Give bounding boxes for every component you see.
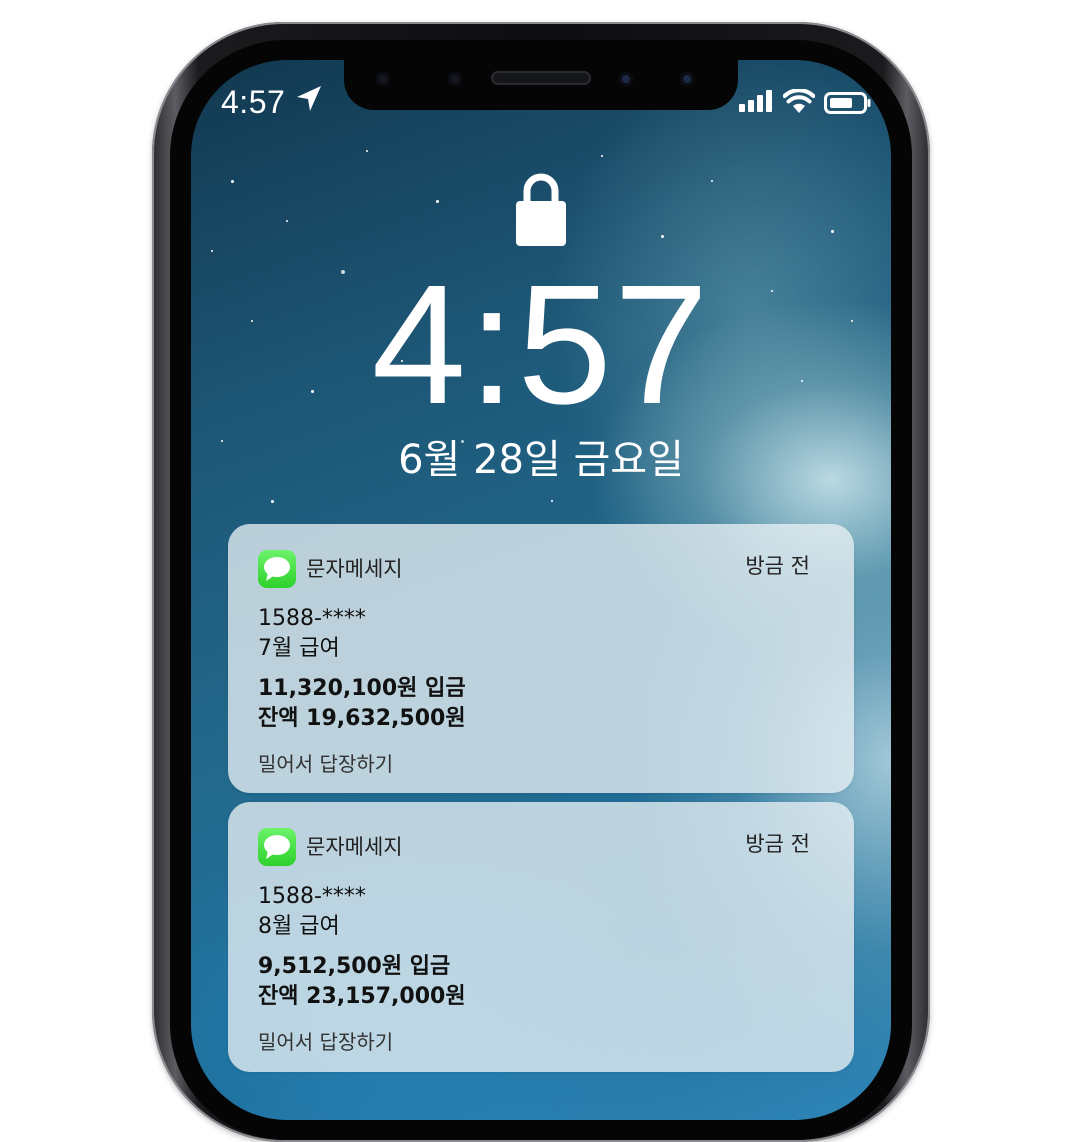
notification-time: 방금 전 xyxy=(745,554,810,578)
cellular-signal-icon xyxy=(739,90,772,112)
camera-notch xyxy=(344,60,738,110)
notification-sender: 1588-**** xyxy=(258,884,366,909)
notification-deposit: 11,320,100원 입금 xyxy=(258,676,466,701)
messages-icon xyxy=(258,550,296,588)
notification-time: 방금 전 xyxy=(745,832,810,856)
lock-screen: 4:57 4:57 6월 28일 금요일 문자메세지 방금 전 1588-***… xyxy=(191,60,891,1120)
notification-balance: 잔액 19,632,500원 xyxy=(258,706,466,731)
lock-icon xyxy=(516,173,566,246)
lock-screen-clock: 4:57 xyxy=(371,250,711,440)
notification-subject: 7월 급여 xyxy=(258,636,340,661)
lock-screen-date: 6월 28일 금요일 xyxy=(398,437,684,483)
wifi-icon xyxy=(783,89,815,113)
notification-card[interactable]: 문자메세지 방금 전 1588-**** 8월 급여 9,512,500원 입금… xyxy=(228,802,854,1072)
notification-deposit: 9,512,500원 입금 xyxy=(258,954,451,979)
notification-app-name: 문자메세지 xyxy=(306,557,403,581)
swipe-to-reply-hint: 밀어서 답장하기 xyxy=(258,1030,394,1054)
front-camera xyxy=(680,72,694,86)
notification-app-name: 문자메세지 xyxy=(306,835,403,859)
messages-icon xyxy=(258,828,296,866)
location-arrow-icon xyxy=(297,86,321,111)
status-bar-time: 4:57 xyxy=(221,84,286,120)
front-camera xyxy=(619,72,633,86)
notification-balance: 잔액 23,157,000원 xyxy=(258,984,466,1009)
front-sensor xyxy=(448,72,462,86)
earpiece-speaker xyxy=(491,71,591,85)
swipe-to-reply-hint: 밀어서 답장하기 xyxy=(258,752,394,776)
notification-card[interactable]: 문자메세지 방금 전 1588-**** 7월 급여 11,320,100원 입… xyxy=(228,524,854,793)
front-sensor xyxy=(376,72,390,86)
battery-icon xyxy=(824,92,871,114)
notification-subject: 8월 급여 xyxy=(258,914,340,939)
notification-sender: 1588-**** xyxy=(258,606,366,631)
